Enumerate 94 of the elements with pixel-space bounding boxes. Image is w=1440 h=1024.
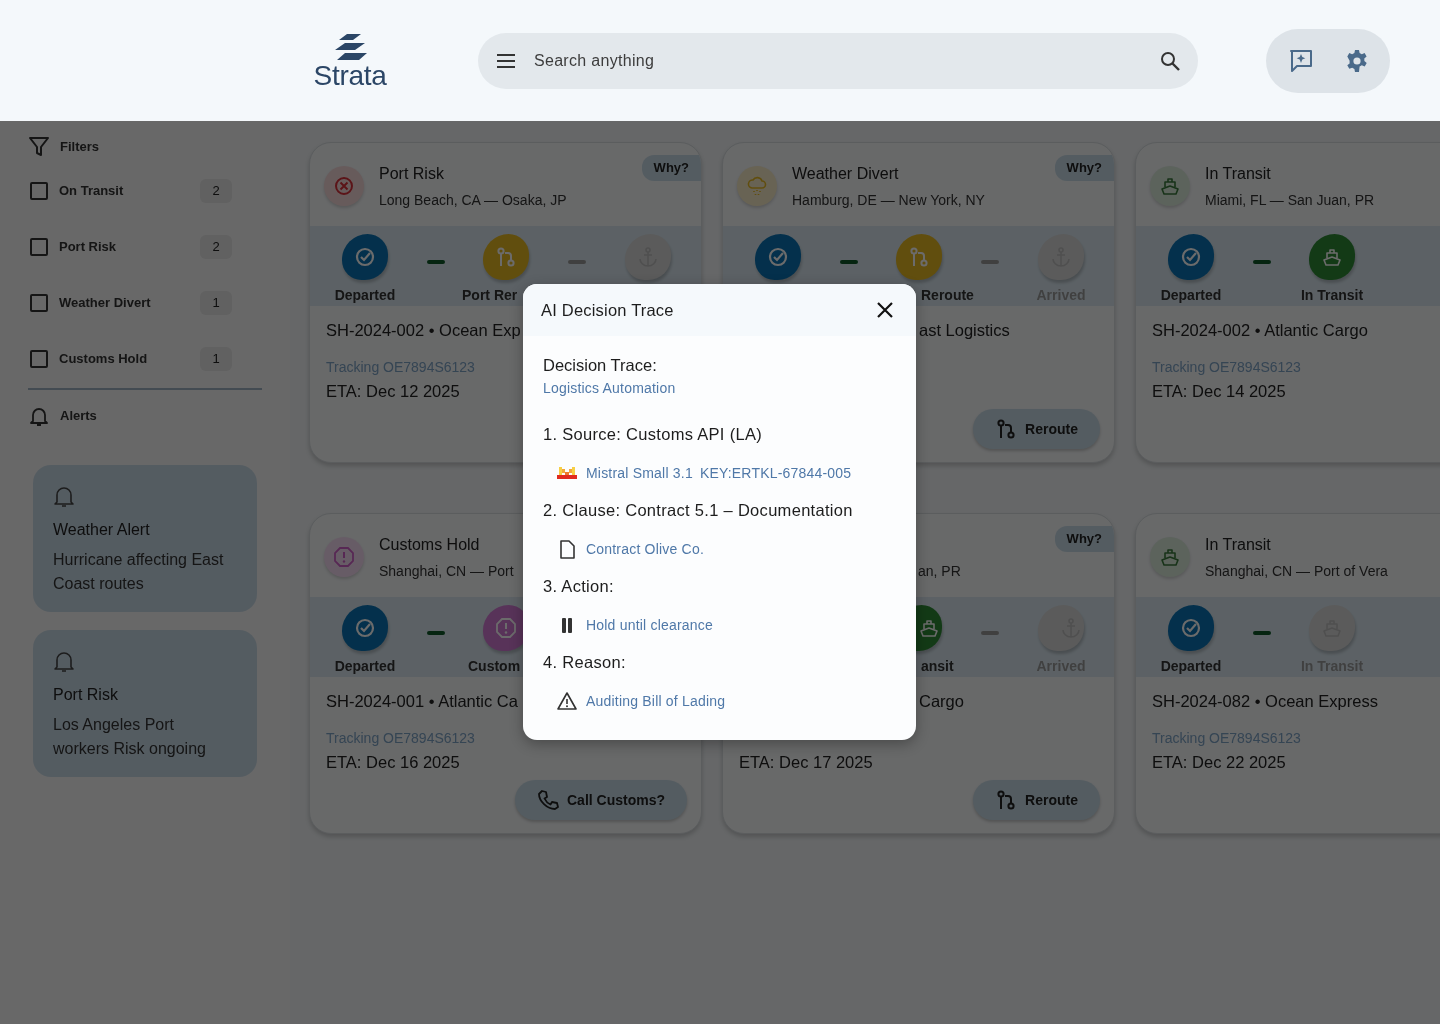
trace-heading: Decision Trace: [543, 355, 658, 375]
check-circle-icon [1180, 617, 1202, 639]
logo-text: Strata [313, 61, 387, 90]
step-label: Departed [334, 286, 396, 305]
trace-step: 1. Source: Customs API (LA) [543, 424, 762, 444]
shipment-status: Port Risk [379, 164, 444, 182]
step-label: ansit [920, 657, 954, 676]
route-text: Hamburg, DE — New York, NY [792, 191, 985, 210]
ship-icon [1159, 546, 1181, 568]
shipment-status: Customs Hold [379, 535, 480, 553]
shipment-status: In Transit [1205, 164, 1271, 182]
search-bar[interactable]: Search anything [478, 32, 1198, 89]
exclamation-octagon-icon [333, 546, 355, 568]
step-label: Departed [1160, 657, 1222, 676]
shipment-name: SH-2024-082 • Ocean Express [1152, 691, 1378, 711]
filter-count: 2 [200, 179, 232, 203]
warning-icon [557, 691, 577, 711]
shipment-status: In Transit [1205, 535, 1271, 553]
model-key: KEY:ERTKL-67844-005 [699, 463, 852, 483]
why-button[interactable]: Why? [641, 155, 701, 181]
trace-detail[interactable]: Contract Olive Co. [586, 539, 704, 559]
action-button[interactable]: Call Customs? [515, 780, 687, 820]
action-button[interactable]: Reroute [973, 409, 1100, 449]
x-circle-icon [333, 175, 355, 197]
route-text: Long Beach, CA — Osaka, JP [379, 191, 567, 210]
filter-count: 2 [200, 235, 232, 259]
filter-checkbox[interactable] [30, 182, 48, 200]
trace-detail[interactable]: Auditing Bill of Lading [586, 691, 726, 711]
trace-step: 4. Reason: [543, 652, 626, 672]
filter-label[interactable]: Port Risk [59, 237, 200, 257]
alert-text: Hurricane affecting East Coast routes [53, 549, 225, 594]
exclamation-octagon-icon [495, 617, 517, 639]
filter-label[interactable]: On Transit [59, 181, 200, 201]
why-button[interactable]: Why? [1054, 526, 1114, 552]
filter-icon [28, 136, 50, 158]
check-circle-icon [354, 246, 376, 268]
ship-icon [1159, 175, 1181, 197]
search-icon[interactable] [1160, 50, 1180, 71]
check-circle-icon [1180, 246, 1202, 268]
filter-checkbox[interactable] [30, 350, 48, 368]
trace-step: 3. Action: [543, 576, 614, 596]
step-label: Departed [334, 657, 396, 676]
step-label: In Transit [1300, 286, 1364, 305]
route-icon [908, 246, 930, 268]
trace-subheading: Logistics Automation [543, 380, 677, 397]
shipment-name: Cargo [918, 691, 964, 711]
eta-text: ETA: Dec 16 2025 [326, 752, 460, 773]
step-label: Port Rer [461, 286, 518, 305]
eta-text: ETA: Dec 12 2025 [326, 381, 460, 402]
check-circle-icon [767, 246, 789, 268]
eta-text: ETA: Dec 22 2025 [1152, 752, 1286, 773]
why-button[interactable]: Why? [1054, 155, 1114, 181]
step-label: Custom [467, 657, 521, 676]
shipment-name: SH-2024-002 • Ocean Exp [326, 320, 521, 340]
filter-count: 1 [200, 291, 232, 315]
check-circle-icon [354, 617, 376, 639]
trace-step: 2. Clause: Contract 5.1 – Documentation [543, 500, 853, 520]
step-label: Reroute [920, 286, 974, 305]
dialog-title: AI Decision Trace [541, 299, 674, 321]
filter-count: 1 [200, 347, 232, 371]
bell-icon [28, 405, 50, 427]
document-icon [557, 539, 577, 559]
alert-title: Port Risk [53, 684, 119, 705]
ship-icon [918, 617, 940, 639]
filter-label[interactable]: Weather Divert [59, 293, 200, 313]
menu-icon[interactable] [496, 52, 516, 69]
alerts-heading: Alerts [60, 407, 97, 426]
shipment-status: Weather Divert [792, 164, 899, 182]
search-field[interactable]: Search anything [532, 47, 1144, 74]
eta-text: ETA: Dec 17 2025 [739, 752, 873, 773]
route-text: Miami, FL — San Juan, PR [1205, 191, 1375, 210]
step-label: Departed [1160, 286, 1222, 305]
filter-checkbox[interactable] [30, 238, 48, 256]
filters-heading: Filters [60, 138, 99, 157]
route-icon [995, 789, 1018, 811]
rain-cloud-icon [746, 175, 768, 197]
action-button[interactable]: Reroute [973, 780, 1100, 820]
shipment-name: SH-2024-002 • Atlantic Cargo [1152, 320, 1368, 340]
route-icon [995, 418, 1018, 440]
route-text: Shanghai, CN — Port of Vera [1205, 562, 1388, 581]
phone-icon [537, 789, 559, 811]
trace-detail[interactable]: Mistral Small 3.1 [586, 463, 693, 483]
trace-detail[interactable]: Hold until clearance [586, 615, 713, 635]
filter-label[interactable]: Customs Hold [59, 349, 200, 369]
alert-text: Los Angeles Port workers Risk ongoing [53, 714, 207, 759]
ship-icon [1321, 246, 1343, 268]
route-icon [495, 246, 517, 268]
filter-checkbox[interactable] [30, 294, 48, 312]
alert-title: Weather Alert [53, 519, 151, 540]
eta-text: ETA: Dec 14 2025 [1152, 381, 1286, 402]
shipment-name: SH-2024-001 • Atlantic Ca [326, 691, 518, 711]
route-text: Shanghai, CN — Port [379, 562, 514, 581]
shipment-name: ast Logistics [918, 320, 1010, 340]
route-text: an, PR [917, 562, 961, 581]
